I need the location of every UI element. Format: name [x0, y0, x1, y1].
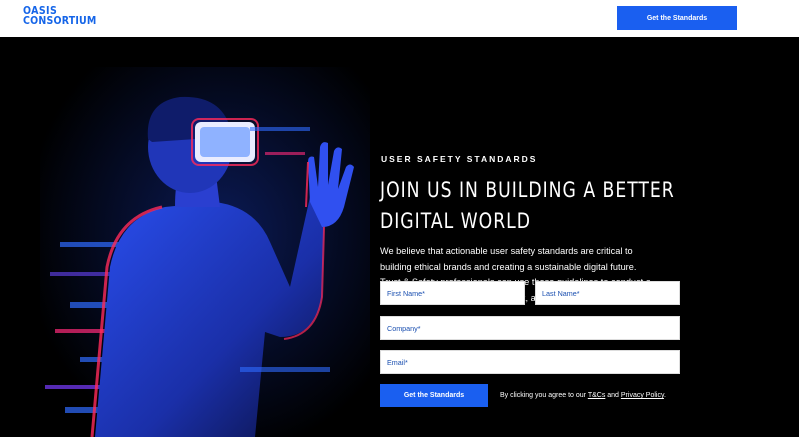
tcs-link[interactable]: T&Cs	[588, 392, 606, 399]
form-get-standards-button[interactable]: Get the Standards	[380, 384, 488, 407]
description-line-2: building ethical brands and creating a s…	[380, 261, 637, 272]
consent-and: and	[605, 392, 621, 399]
email-input[interactable]	[380, 350, 680, 374]
headline-line-2: DIGITAL WORLD	[380, 209, 531, 233]
consent-text: By clicking you agree to our T&Cs and Pr…	[500, 392, 666, 399]
hero-section: USER SAFETY STANDARDS JOIN US IN BUILDIN…	[0, 37, 799, 437]
vr-person-image	[40, 67, 370, 437]
header-get-standards-button[interactable]: Get the Standards	[617, 6, 737, 30]
consent-prefix: By clicking you agree to our	[500, 392, 588, 399]
company-input[interactable]	[380, 316, 680, 340]
eyebrow-label: USER SAFETY STANDARDS	[381, 154, 538, 164]
last-name-input[interactable]	[535, 281, 680, 305]
privacy-policy-link[interactable]: Privacy Policy	[621, 392, 664, 399]
hero-headline: JOIN US IN BUILDING A BETTER DIGITAL WOR…	[380, 175, 675, 237]
logo-line-2: CONSORTIUM	[23, 15, 97, 27]
site-header: OASIS CONSORTIUM Get the Standards	[0, 0, 799, 37]
consent-suffix: .	[663, 392, 666, 399]
description-line-1: We believe that actionable user safety s…	[380, 246, 633, 256]
headline-line-1: JOIN US IN BUILDING A BETTER	[380, 178, 675, 202]
oasis-logo[interactable]: OASIS CONSORTIUM	[23, 6, 127, 28]
first-name-input[interactable]	[380, 281, 525, 305]
